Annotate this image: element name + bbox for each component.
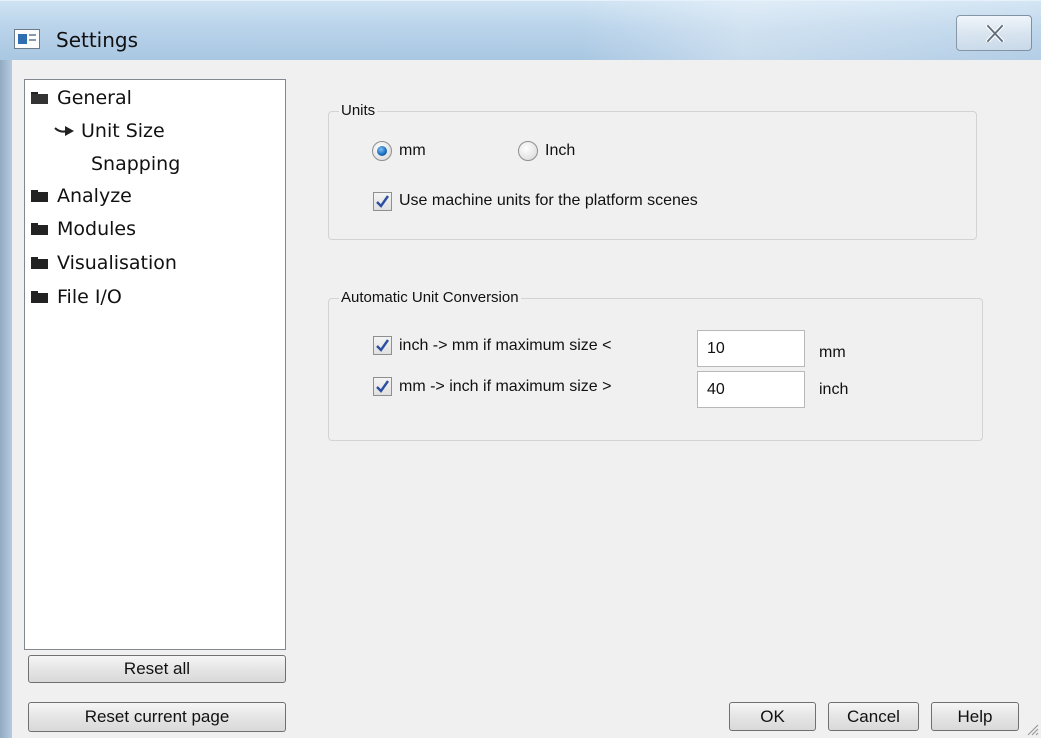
dialog-body: General Unit Size Snapping Analyze Modul… — [12, 60, 1041, 738]
cancel-button[interactable]: Cancel — [828, 702, 919, 731]
tree-item-label: Analyze — [57, 185, 132, 207]
units-group: Units mm Inch Use machine units for the … — [328, 102, 977, 240]
units-legend: Units — [339, 102, 378, 119]
tree-item-visualisation[interactable]: Visualisation — [31, 248, 177, 278]
inch-to-mm-label[interactable]: inch -> mm if maximum size < — [399, 337, 611, 355]
tree-item-label: General — [57, 87, 132, 109]
tree-item-general[interactable]: General — [31, 83, 132, 113]
inch-to-mm-checkbox[interactable] — [373, 336, 392, 355]
inch-to-mm-input[interactable]: 10 — [697, 330, 805, 367]
tree-item-unit-size[interactable]: Unit Size — [54, 116, 165, 146]
app-window-icon — [14, 29, 40, 49]
tree-item-analyze[interactable]: Analyze — [31, 181, 132, 211]
reset-current-page-button[interactable]: Reset current page — [28, 702, 286, 732]
mm-to-inch-input[interactable]: 40 — [697, 371, 805, 408]
mm-to-inch-checkbox[interactable] — [373, 377, 392, 396]
tree-item-label: Visualisation — [57, 252, 177, 274]
tree-item-label: File I/O — [57, 286, 122, 308]
folder-icon — [31, 223, 48, 235]
window-title: Settings — [56, 28, 139, 52]
conversion-legend: Automatic Unit Conversion — [339, 289, 521, 306]
tree-item-snapping[interactable]: Snapping — [91, 149, 180, 179]
tree-item-file-io[interactable]: File I/O — [31, 282, 122, 312]
reset-all-button[interactable]: Reset all — [28, 655, 286, 683]
folder-icon — [31, 291, 48, 303]
mm-radio-label[interactable]: mm — [399, 142, 426, 160]
checkmark-icon — [376, 380, 389, 393]
machine-units-checkbox[interactable] — [373, 192, 392, 211]
tree-item-label: Snapping — [91, 153, 181, 175]
arrow-right-icon — [54, 126, 74, 136]
folder-icon — [31, 190, 48, 202]
folder-icon — [31, 257, 48, 269]
resize-grip-icon[interactable] — [1023, 720, 1039, 736]
tree-item-label: Unit Size — [81, 120, 165, 142]
help-button[interactable]: Help — [931, 702, 1019, 731]
title-bar: Settings — [0, 0, 1041, 61]
close-button[interactable] — [956, 15, 1032, 51]
settings-tree[interactable]: General Unit Size Snapping Analyze Modul… — [24, 79, 286, 650]
ok-button[interactable]: OK — [729, 702, 816, 731]
tree-item-modules[interactable]: Modules — [31, 214, 136, 244]
mm-to-inch-unit: inch — [819, 381, 849, 398]
close-icon — [986, 25, 1004, 42]
mm-radio[interactable] — [372, 141, 392, 161]
machine-units-label[interactable]: Use machine units for the platform scene… — [399, 192, 698, 210]
checkmark-icon — [376, 339, 389, 352]
folder-open-icon — [31, 92, 48, 104]
mm-to-inch-label[interactable]: mm -> inch if maximum size > — [399, 378, 611, 396]
inch-radio-label[interactable]: Inch — [545, 142, 575, 160]
inch-to-mm-unit: mm — [819, 344, 846, 361]
window-border — [0, 60, 12, 738]
inch-radio[interactable] — [518, 141, 538, 161]
tree-item-label: Modules — [57, 218, 136, 240]
conversion-group: Automatic Unit Conversion inch -> mm if … — [328, 289, 983, 441]
checkmark-icon — [376, 195, 389, 208]
